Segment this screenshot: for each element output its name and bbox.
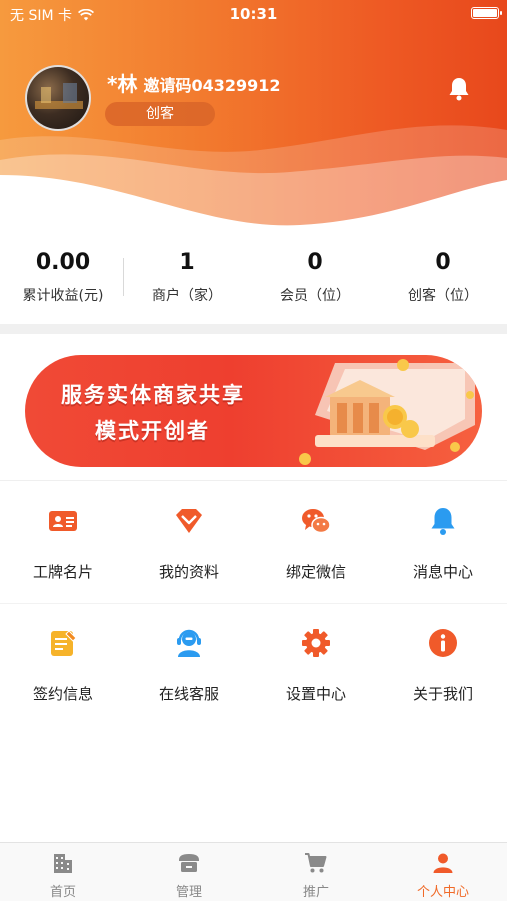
building-icon [54, 854, 72, 873]
grid-top-border [0, 480, 507, 481]
section-divider [0, 324, 507, 334]
tab-label: 首页 [49, 885, 76, 900]
menu-item-badge-card[interactable]: 工牌名片 [0, 483, 126, 603]
menu-row: 签约信息 在线客服 设置中心 关于我们 [0, 605, 507, 725]
tab-label: 个人中心 [416, 885, 469, 900]
bell-icon[interactable] [447, 76, 471, 102]
stats-panel: 0.00 累计收益(元) 1 商户（家） 0 会员（位） 0 创客（位） [0, 240, 507, 320]
gear-icon [302, 629, 330, 657]
promo-banner[interactable]: 服务实体商家共享 模式开创者 [25, 355, 482, 467]
menu-item-label: 消息中心 [412, 563, 473, 581]
stat-value: 1 [179, 250, 195, 275]
menu-item-label: 我的资料 [158, 563, 219, 581]
menu-item-about-us[interactable]: 关于我们 [380, 605, 506, 725]
stat-earnings[interactable]: 0.00 累计收益(元) [0, 250, 126, 305]
role-badge: 创客 [105, 102, 215, 126]
bell-icon [431, 508, 455, 535]
cart-icon [305, 853, 327, 873]
menu-item-label: 绑定微信 [285, 563, 346, 581]
tab-manage[interactable]: 管理 [126, 843, 252, 901]
banner-title-line1: 服务实体商家共享 [61, 383, 245, 407]
user-name: *林 [107, 72, 138, 96]
status-bar: 无 SIM 卡 10:31 [0, 0, 507, 28]
stat-makers[interactable]: 0 创客（位） [380, 250, 506, 305]
tab-profile[interactable]: 个人中心 [380, 843, 506, 901]
stat-label: 累计收益(元) [22, 288, 104, 304]
menu-item-my-profile[interactable]: 我的资料 [126, 483, 252, 603]
menu-item-label: 在线客服 [158, 685, 219, 703]
menu-item-label: 工牌名片 [32, 563, 93, 581]
stat-label: 会员（位） [280, 288, 350, 304]
wechat-icon [302, 509, 331, 534]
person-icon [433, 853, 453, 873]
battery-icon [471, 7, 502, 19]
tab-label: 推广 [302, 885, 329, 900]
menu-item-message-center[interactable]: 消息中心 [380, 483, 506, 603]
info-icon [429, 629, 457, 657]
banner-title-line2: 模式开创者 [95, 419, 210, 443]
headset-icon [177, 629, 201, 657]
menu-item-label: 关于我们 [412, 685, 473, 703]
tab-home[interactable]: 首页 [0, 843, 126, 901]
menu-item-label: 设置中心 [285, 685, 346, 703]
stat-merchants[interactable]: 1 商户（家） [124, 250, 250, 305]
menu-row: 工牌名片 我的资料 绑定微信 消息中心 [0, 483, 507, 603]
stat-value: 0 [435, 250, 451, 275]
stat-label: 商户（家） [152, 288, 222, 304]
stat-label: 创客（位） [408, 288, 478, 304]
store-icon [179, 854, 199, 872]
banner-illustration [299, 359, 475, 465]
menu-item-contract-info[interactable]: 签约信息 [0, 605, 126, 725]
tab-promote[interactable]: 推广 [253, 843, 379, 901]
contract-icon [51, 630, 77, 656]
grid-row-divider [0, 603, 507, 604]
menu-item-bind-wechat[interactable]: 绑定微信 [253, 483, 379, 603]
bottom-tab-bar: 首页 管理 推广 个人中心 [0, 842, 507, 901]
menu-item-settings[interactable]: 设置中心 [253, 605, 379, 725]
menu-item-online-support[interactable]: 在线客服 [126, 605, 252, 725]
tab-label: 管理 [175, 885, 202, 900]
diamond-icon [176, 509, 202, 533]
menu-item-label: 签约信息 [32, 685, 93, 703]
stat-value: 0 [307, 250, 323, 275]
stat-members[interactable]: 0 会员（位） [252, 250, 378, 305]
profile-header: 无 SIM 卡 10:31 *林 邀请码04329912 创客 [0, 0, 507, 230]
id-card-icon [49, 511, 77, 531]
header-wave-decoration [0, 125, 507, 230]
invite-code: 邀请码04329912 [143, 76, 281, 95]
stat-value: 0.00 [35, 250, 91, 275]
status-time: 10:31 [229, 5, 278, 23]
avatar[interactable] [25, 65, 91, 131]
